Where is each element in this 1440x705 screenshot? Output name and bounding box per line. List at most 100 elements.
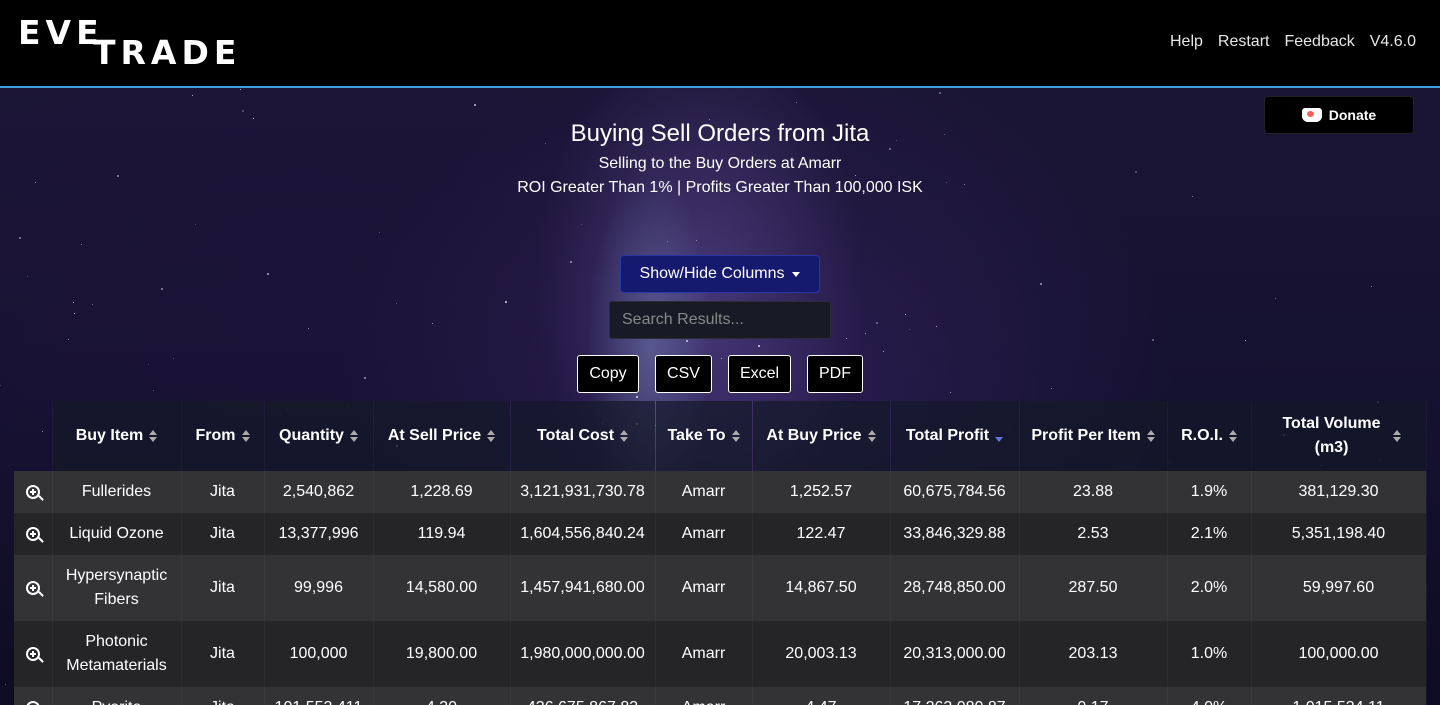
star-decoration [909,329,910,330]
star-decoration [1051,388,1052,389]
star-decoration [0,385,1,386]
nav-version-link[interactable]: V4.6.0 [1370,32,1416,52]
column-header-quantity[interactable]: Quantity [264,401,374,471]
donate-button[interactable]: Donate [1264,96,1414,134]
results-heading: Buying Sell Orders from Jita Selling to … [420,118,1020,200]
star-decoration [73,302,74,303]
star-decoration [950,392,951,393]
cell-from: Jita [181,621,265,687]
column-header-buy-item[interactable]: Buy Item [52,401,182,471]
zoom-in-icon[interactable] [25,484,44,501]
cell-at-buy-price: 4.47 [752,687,891,705]
star-decoration [474,104,476,106]
copy-button[interactable]: Copy [577,355,639,393]
star-decoration [161,288,163,290]
top-navbar: EVE TRADE Help Restart Feedback V4.6.0 [0,0,1440,88]
cell-quantity: 99,996 [264,555,374,621]
column-header-take-to[interactable]: Take To [655,401,753,471]
cell-at-buy-price: 1,252.57 [752,471,891,513]
csv-button[interactable]: CSV [655,355,712,393]
excel-button[interactable]: Excel [728,355,791,393]
star-decoration [667,241,668,242]
zoom-cell [14,471,53,513]
cell-quantity: 2,540,862 [264,471,374,513]
star-decoration [173,358,174,359]
logo-line1: EVE [18,13,104,52]
cell-from: Jita [181,471,265,513]
cell-profit-per-item: 2.53 [1019,513,1168,555]
cell-at-buy-price: 14,867.50 [752,555,891,621]
cell-at-buy-price: 122.47 [752,513,891,555]
star-decoration [432,323,433,324]
cell-total-profit: 33,846,329.88 [890,513,1020,555]
cell-at-buy-price: 20,003.13 [752,621,891,687]
star-decoration [1040,283,1042,285]
cell-at-sell-price: 14,580.00 [373,555,511,621]
star-decoration [81,244,82,245]
star-decoration [253,118,254,119]
cell-buy-item: Pyerite [52,687,182,705]
table-header-row: Buy Item From Quantity At Sell Price Tot… [14,401,1427,471]
search-input[interactable] [609,301,831,339]
zoom-cell [14,687,53,705]
cell-buy-item: Fullerides [52,471,182,513]
zoom-in-icon[interactable] [25,580,44,597]
cell-roi: 4.0% [1167,687,1252,705]
star-decoration [68,339,69,340]
pdf-button[interactable]: PDF [807,355,863,393]
cell-profit-per-item: 287.50 [1019,555,1168,621]
zoom-in-icon[interactable] [25,700,40,705]
star-decoration [74,313,75,314]
column-header-roi[interactable]: R.O.I. [1167,401,1252,471]
zoom-in-icon[interactable] [25,646,44,663]
star-decoration [1152,339,1154,341]
page-subtitle-filters: ROI Greater Than 1% | Profits Greater Th… [517,179,923,196]
cell-profit-per-item: 23.88 [1019,471,1168,513]
nav-help-link[interactable]: Help [1170,32,1203,52]
star-decoration [92,304,93,305]
caret-down-icon [792,271,801,277]
column-header-total-cost[interactable]: Total Cost [510,401,656,471]
star-decoration [364,377,366,379]
star-decoration [696,240,697,241]
column-header-profit-per-item[interactable]: Profit Per Item [1019,401,1168,471]
star-decoration [148,364,149,365]
cell-buy-item: Hypersynaptic Fibers [52,555,182,621]
column-header-at-buy-price[interactable]: At Buy Price [752,401,891,471]
column-header-total-profit[interactable]: Total Profit [890,401,1020,471]
cell-profit-per-item: 203.13 [1019,621,1168,687]
star-decoration [1371,286,1372,287]
star-decoration [1192,196,1193,197]
star-decoration [570,261,572,263]
cell-at-sell-price: 19,800.00 [373,621,511,687]
star-decoration [19,237,21,239]
cell-buy-item: Photonic Metamaterials [52,621,182,687]
column-header-total-volume[interactable]: Total Volume (m3) [1251,401,1427,471]
sort-icon [1228,430,1237,442]
results-table-container: Buy Item From Quantity At Sell Price Tot… [14,401,1427,705]
cell-take-to: Amarr [655,513,753,555]
column-header-from[interactable]: From [181,401,265,471]
cell-total-cost: 3,121,931,730.78 [510,471,656,513]
cell-roi: 1.0% [1167,621,1252,687]
sort-icon [349,430,358,442]
kofi-cup-icon [1301,108,1322,122]
cell-total-volume: 1,015,534.11 [1251,687,1427,705]
zoom-cell [14,513,53,555]
page-subtitle-destination: Selling to the Buy Orders at Amarr [598,155,842,172]
star-decoration [1275,298,1276,299]
zoom-in-icon[interactable] [25,526,44,543]
nav-feedback-link[interactable]: Feedback [1284,32,1354,52]
nav-restart-link[interactable]: Restart [1218,32,1270,52]
cell-from: Jita [181,555,265,621]
show-hide-label: Show/Hide Columns [639,265,785,282]
column-header-at-sell-price[interactable]: At Sell Price [373,401,511,471]
evetrade-logo[interactable]: EVE TRADE [18,13,236,70]
sort-icon [241,430,250,442]
show-hide-columns-button[interactable]: Show/Hide Columns [620,255,820,293]
star-decoration [379,232,380,233]
star-decoration [636,396,638,398]
sort-icon [620,430,629,442]
cell-profit-per-item: 0.17 [1019,687,1168,705]
star-decoration [758,345,760,347]
